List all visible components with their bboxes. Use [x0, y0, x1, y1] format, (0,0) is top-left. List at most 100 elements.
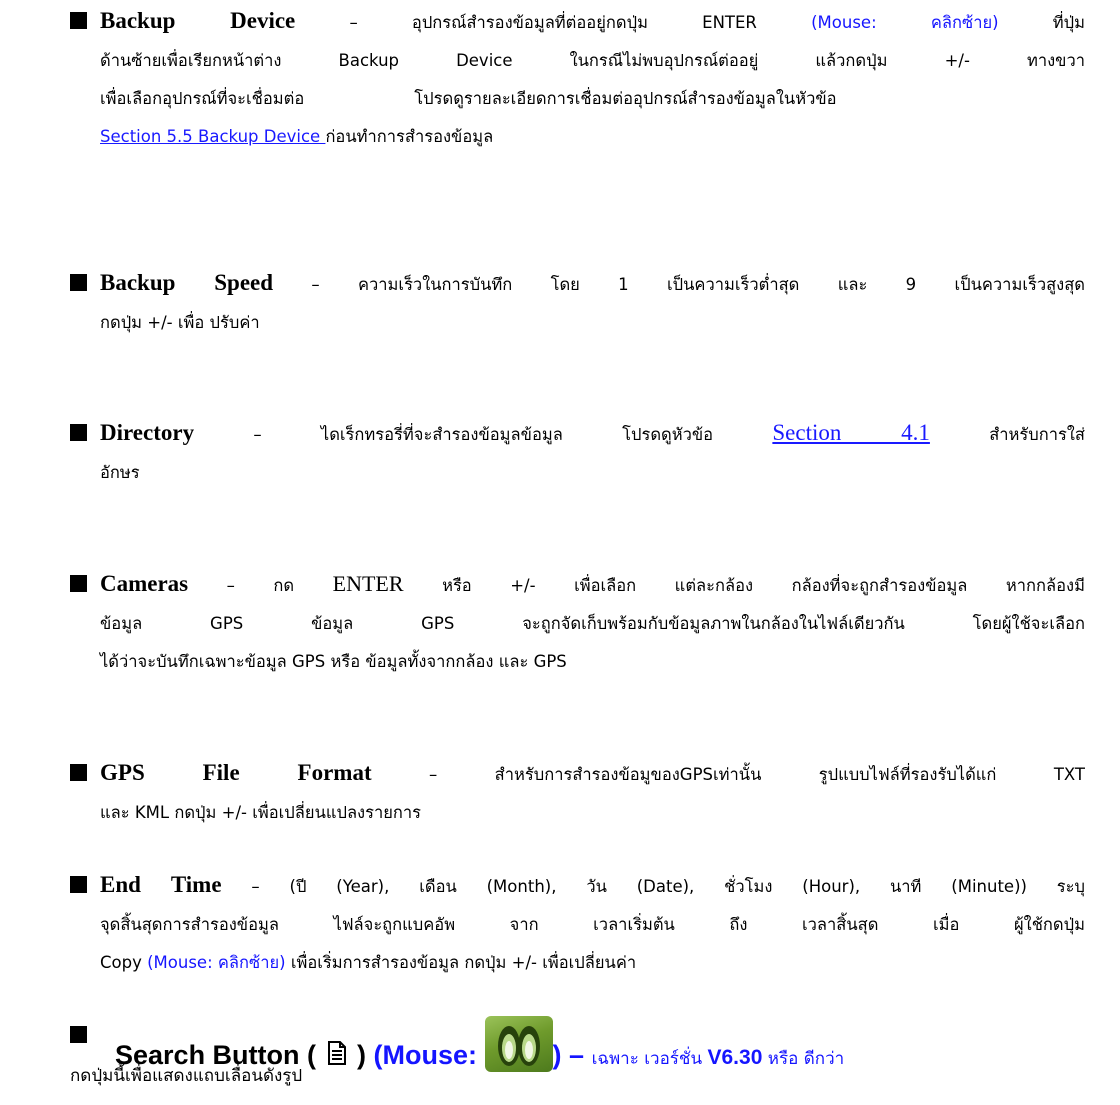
text-run: ในกรณีไม่พบอุปกรณ์ต่ออยู่ แล้วกดปุ่ม: [512, 51, 945, 70]
item-heading: Backup Speed: [100, 270, 274, 295]
text-run: , เดือน: [384, 877, 487, 896]
text-run: (Year): [336, 877, 385, 896]
bullet-square: [70, 876, 87, 893]
item-backup-speed: Backup Speed – ความเร็วในการบันทึก โดย 1…: [70, 264, 1086, 342]
text-run: , ชั่วโมง: [689, 877, 803, 896]
item-heading: Backup Device: [100, 8, 296, 33]
text-run: (Mouse:: [141, 953, 213, 972]
text-run: ก่อนทำการสำรองข้อมูล: [325, 127, 494, 146]
paragraph-line: GPS File Format – สำหรับการสำรองข้อมูของ…: [70, 754, 1085, 794]
text-run: ) ระบุ: [1020, 877, 1086, 896]
text-run: GPS: [292, 652, 326, 671]
section-link[interactable]: Section 4.1: [772, 420, 930, 445]
bullet-square: [70, 764, 87, 781]
item-heading: GPS File Format: [100, 760, 372, 785]
text-run: จุดสิ้นสุดการสำรองข้อมูล ไฟล์จะถูกแบคอัพ…: [100, 915, 1085, 934]
item-heading: Cameras: [100, 571, 189, 596]
paragraph-line: Backup Speed – ความเร็วในการบันทึก โดย 1…: [70, 264, 1086, 304]
item-heading: End Time: [100, 872, 222, 897]
text-run: (Date): [636, 877, 690, 896]
paragraph-line: จุดสิ้นสุดการสำรองข้อมูล ไฟล์จะถูกแบคอัพ…: [100, 906, 1085, 944]
search-version: V6.30: [707, 1046, 763, 1069]
search-heading-close: ): [357, 1040, 367, 1070]
text-run: และ: [100, 803, 135, 822]
text-run: ENTER: [702, 13, 757, 32]
text-run: KML: [134, 803, 170, 822]
paragraph-line: Backup Device – อุปกรณ์สำรองข้อมูลที่ต่อ…: [70, 2, 1086, 42]
search-dash: ) –: [552, 1040, 592, 1070]
paragraph-line: และ KML กดปุ่ม +/- เพื่อเปลี่ยนแปลงรายกา…: [100, 794, 1085, 832]
text-run: เพื่อเปลี่ยนแปลงรายการ: [247, 803, 422, 822]
bullet-square: [70, 12, 87, 29]
text-run: สำหรับการใส่: [929, 425, 1085, 444]
text-run: เพื่อเลือกอุปกรณ์ที่จะเชื่อมต่อ: [100, 89, 305, 108]
section-link[interactable]: Section 5.5 Backup Device: [100, 127, 325, 146]
item-gps-file-format: GPS File Format – สำหรับการสำรองข้อมูของ…: [70, 754, 1085, 832]
bullet-square: [70, 575, 87, 592]
text-run: เพื่อเริ่มการสำรองข้อมูล กดปุ่ม +/- เพื่…: [285, 953, 637, 972]
text-run: – สำหรับการสำรองข้อมูของGPSเท่านั้น รูปแ…: [371, 765, 1054, 784]
document-icon: [326, 1036, 348, 1065]
text-run: GPS: [421, 614, 455, 633]
text-run: – (ปี: [221, 877, 337, 896]
paragraph-line: เพื่อเลือกอุปกรณ์ที่จะเชื่อมต่อ โปรดดูราย…: [100, 80, 1085, 118]
paragraph-line: กดปุ่ม +/- เพื่อ ปรับค่า: [100, 304, 1085, 342]
paragraph-line: Section 5.5 Backup Device ก่อนทำการสำรอง…: [100, 118, 1085, 156]
text-run: คลิกซ้าย: [876, 13, 993, 32]
text-run: (Mouse:: [756, 13, 877, 32]
item-heading: Directory: [100, 420, 195, 445]
item-end-time: End Time – (ปี (Year), เดือน (Month), วั…: [70, 866, 1086, 982]
paragraph-line: ข้อมูล GPS ข้อมูล GPS จะถูกจัดเก็บพร้อมก…: [100, 605, 1085, 643]
text-run: หรือ +/- เพื่อเลือก แต่ละกล้อง กล้องที่จ…: [403, 576, 1085, 595]
text-run: กดปุ่ม +/- เพื่อ ปรับค่า: [100, 313, 260, 332]
text-run: GPS: [533, 652, 567, 671]
text-run: – ความเร็วในการบันทึก โดย 1 เป็นความเร็ว…: [273, 275, 1086, 294]
bullet-square: [70, 424, 87, 441]
text-run: (Minute): [951, 877, 1021, 896]
paragraph-line: End Time – (ปี (Year), เดือน (Month), วั…: [70, 866, 1086, 906]
text-run: +/-: [944, 51, 970, 70]
paragraph-line: ด้านซ้ายเพื่อเรียกหน้าต่าง Backup Device…: [100, 42, 1085, 80]
paragraph-line: Directory – ไดเร็กทรอรี่ที่จะสำรองข้อมูล…: [70, 414, 1085, 454]
text-run: TXT: [1053, 765, 1085, 784]
search-description: กดปุ่มนี้เพื่อแสดงแถบเลื่อนดังรูป: [70, 1066, 303, 1086]
text-run: – ไดเร็กทรอรี่ที่จะสำรองข้อมูลข้อมูล โปร…: [194, 425, 773, 444]
text-run: – กด: [188, 576, 333, 595]
binoculars-icon: [484, 1016, 553, 1072]
paragraph-line: Copy (Mouse: คลิกซ้าย) เพื่อเริ่มการสำรอ…: [100, 944, 1085, 982]
text-run: ทางขวา: [969, 51, 1085, 70]
text-run: Backup Device: [338, 51, 513, 70]
text-run: ที่ปุ่ม: [998, 13, 1086, 32]
item-directory: Directory – ไดเร็กทรอรี่ที่จะสำรองข้อมูล…: [70, 414, 1085, 492]
text-run: Copy: [100, 953, 142, 972]
text-run: ข้อมูล: [243, 614, 422, 633]
text-run: (Month): [486, 877, 552, 896]
text-run: คลิกซ้าย: [212, 953, 280, 972]
paragraph-line: ได้ว่าจะบันทึกเฉพาะข้อมูล GPS หรือ ข้อมู…: [100, 643, 1085, 681]
search-or-better: หรือ ดีกว่า: [762, 1049, 845, 1069]
paragraph-line: Cameras – กด ENTER หรือ +/- เพื่อเลือก แ…: [70, 565, 1085, 605]
text-run: ข้อมูล: [100, 614, 211, 633]
text-run: ENTER: [332, 571, 404, 596]
text-run: ได้ว่าจะบันทึกเฉพาะข้อมูล: [100, 652, 292, 671]
text-run: – อุปกรณ์สำรองข้อมูลที่ต่ออยู่กดปุ่ม: [295, 13, 703, 32]
text-run: จะถูกจัดเก็บพร้อมกับข้อมูลภาพในกล้องในไฟ…: [454, 614, 1085, 633]
text-run: กดปุ่ม: [169, 803, 222, 822]
text-run: โปรดดูรายละเอียดการเชื่อมต่ออุปกรณ์สำรอง…: [414, 89, 837, 108]
text-run: ด้านซ้ายเพื่อเรียกหน้าต่าง: [100, 51, 339, 70]
text-run: หรือ ข้อมูลทั้งจากกล้อง และ: [325, 652, 534, 671]
search-mouse-label: (Mouse:: [366, 1040, 485, 1070]
item-cameras: Cameras – กด ENTER หรือ +/- เพื่อเลือก แ…: [70, 565, 1085, 681]
bullet-square: [70, 274, 87, 291]
text-run: , นาที: [854, 877, 952, 896]
search-only-text: เฉพาะ เวอร์ชั่น: [591, 1049, 708, 1069]
text-run: GPS: [210, 614, 244, 633]
paragraph-line: อักษร: [100, 454, 1085, 492]
text-run: อักษร: [100, 463, 140, 482]
manual-page: Backup Device – อุปกรณ์สำรองข้อมูลที่ต่อ…: [0, 0, 1120, 1105]
bullet-square: [70, 1026, 87, 1043]
text-run: +/-: [221, 803, 247, 822]
text-run: , วัน: [551, 877, 637, 896]
item-backup-device: Backup Device – อุปกรณ์สำรองข้อมูลที่ต่อ…: [70, 2, 1086, 156]
text-run: (Hour): [802, 877, 855, 896]
